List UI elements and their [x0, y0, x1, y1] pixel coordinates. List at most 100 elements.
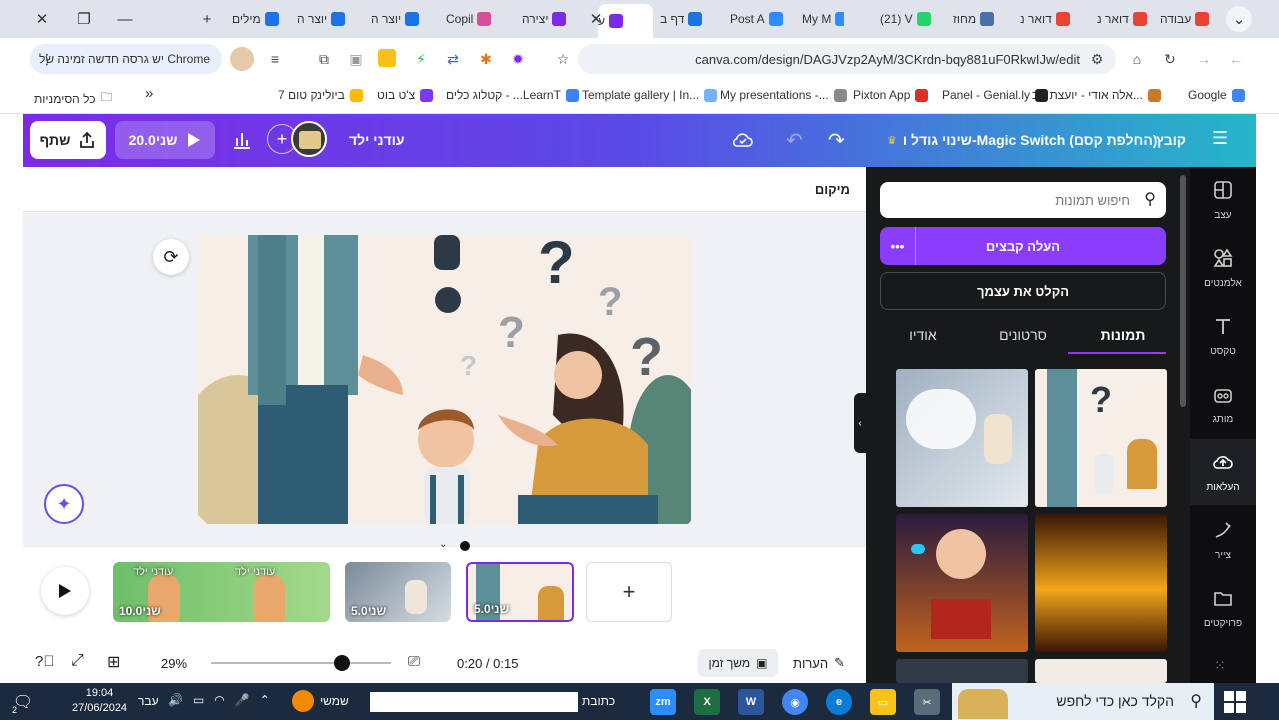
address-toolbar-input[interactable]	[370, 692, 578, 712]
playhead-marker[interactable]	[460, 541, 470, 551]
word-app-icon[interactable]: W	[738, 689, 764, 715]
panel-scrollbar[interactable]	[1180, 175, 1186, 407]
collapse-panel-handle[interactable]: ‹	[854, 393, 866, 453]
home-icon[interactable]: ⌂	[1126, 48, 1148, 70]
browser-tab[interactable]: מחוז	[953, 4, 999, 34]
excel-app-icon[interactable]: X	[694, 689, 720, 715]
rail-item-design[interactable]: עצב	[1190, 167, 1256, 233]
collapse-chevron-icon[interactable]: ⌄	[439, 539, 447, 550]
upload-thumbnail-family[interactable]: ?	[1035, 369, 1167, 507]
extension-star-icon[interactable]: ✱	[475, 48, 497, 70]
bookmark-item[interactable]: My presentations -...	[720, 88, 847, 102]
user-avatar[interactable]	[291, 121, 327, 157]
weather-label[interactable]: שמשי	[320, 694, 349, 708]
taskbar-search-box[interactable]: הקלד כאן כדי לחפש ⚲	[952, 683, 1214, 720]
browser-tab[interactable]: יוצר ה	[297, 4, 352, 34]
upload-thumbnail-gift[interactable]	[896, 514, 1028, 652]
file-explorer-icon[interactable]: ▭	[870, 689, 896, 715]
back-icon[interactable]: ←	[1225, 48, 1247, 70]
help-icon[interactable]: ?⃝	[35, 653, 55, 670]
timeline-clip-1[interactable]: עודני ילד עודני ילד 10.0שני	[113, 562, 330, 622]
rail-item-folder[interactable]: פרויקטים	[1190, 575, 1256, 641]
start-button[interactable]	[1224, 691, 1246, 713]
uploads-tab[interactable]: תמונות	[1080, 327, 1166, 343]
fullscreen-icon[interactable]: ⤢	[71, 652, 84, 670]
share-button[interactable]: שתף	[30, 121, 106, 159]
extension-translate-icon[interactable]: ⇄	[442, 48, 464, 70]
extension-bolt-icon[interactable]: ⚡	[410, 48, 432, 70]
search-input[interactable]: חיפוש תמונות ⚲	[880, 182, 1166, 218]
upload-thumbnail-5[interactable]	[896, 659, 1028, 683]
tray-overflow-icon[interactable]: ⌃	[260, 693, 270, 707]
timeline-clip-3[interactable]: 5.0שני	[464, 560, 576, 624]
insights-chart-icon[interactable]	[223, 121, 261, 159]
more-options-icon[interactable]: •••	[880, 227, 916, 265]
upload-thumbnail-clouds[interactable]	[896, 369, 1028, 507]
bookmarks-overflow-button[interactable]: »	[145, 85, 153, 102]
record-yourself-button[interactable]: הקלט את עצמך	[880, 272, 1166, 310]
minimize-window-icon[interactable]: —	[114, 8, 136, 30]
browser-tab[interactable]: יצירה	[522, 4, 582, 34]
present-button[interactable]: 20.0שני	[115, 121, 215, 159]
microphone-icon[interactable]: 🎤	[235, 693, 250, 707]
close-window-icon[interactable]: ✕	[31, 8, 53, 30]
file-menu[interactable]: קובץ	[1156, 132, 1186, 148]
hamburger-menu-icon[interactable]: ☰	[1212, 128, 1228, 149]
page-fit-icon[interactable]: ⎚	[408, 653, 420, 670]
add-page-button[interactable]: +	[586, 562, 672, 622]
browser-tab[interactable]: דף ב	[660, 4, 712, 34]
position-button[interactable]: מיקום	[815, 182, 850, 197]
upload-files-button[interactable]: העלה קבצים •••	[880, 227, 1166, 265]
bookmark-item[interactable]: קטלוג כלים - ...LearnT	[446, 88, 579, 102]
snipping-tool-icon[interactable]: ✂	[914, 689, 940, 715]
all-bookmarks-button[interactable]: כל הסימניות 🗀	[34, 88, 113, 109]
bookmark-item[interactable]: Pixton App	[853, 88, 929, 102]
design-canvas[interactable]: ? ? ? ? ?	[198, 235, 691, 524]
undo-icon[interactable]: ↶	[786, 128, 812, 154]
wifi-icon[interactable]: ◠	[214, 693, 224, 707]
extensions-icon[interactable]: ⧉	[313, 48, 335, 70]
browser-tab[interactable]: דואר נ	[1097, 4, 1152, 34]
edge-app-icon[interactable]: e	[826, 689, 852, 715]
close-tab-icon[interactable]: ✕	[585, 8, 607, 30]
timeline-clip-2[interactable]: 5.0שני	[345, 562, 451, 622]
profile-avatar-icon[interactable]	[230, 47, 254, 71]
rotate-icon[interactable]: ⟳	[153, 239, 189, 275]
bookmark-item[interactable]: Panel - Genial.ly	[942, 88, 1049, 102]
uploads-tab[interactable]: סרטונים	[980, 327, 1066, 343]
bookmark-item[interactable]: Google	[1188, 88, 1245, 102]
restore-window-icon[interactable]: ❐	[73, 8, 95, 30]
timeline-play-button[interactable]	[41, 567, 89, 615]
tab-search-icon[interactable]: ⌄	[1226, 6, 1252, 32]
omnibox[interactable]: canva.com/design/DAGJVzp2AyM/3CKrdn-bqy8…	[578, 44, 1116, 74]
bookmark-item[interactable]: ביולינק טום 7	[278, 88, 363, 102]
zoom-slider[interactable]	[211, 662, 391, 664]
apps-grid-icon[interactable]: ⁙	[1214, 657, 1226, 674]
rail-item-text[interactable]: טקסט	[1190, 303, 1256, 369]
battery-icon[interactable]: ▭	[193, 693, 204, 707]
uploads-tab[interactable]: אודיו	[880, 327, 966, 343]
media-control-icon[interactable]: ≡	[264, 48, 286, 70]
forward-icon[interactable]: →	[1193, 48, 1215, 70]
browser-tab[interactable]: מילים	[232, 4, 287, 34]
browser-tab[interactable]: (21) V	[880, 4, 938, 34]
rail-item-upload[interactable]: העלאות	[1190, 439, 1256, 505]
chrome-app-icon[interactable]: ◉	[782, 689, 808, 715]
timeline-toggle-button[interactable]: משך זמן ▣	[698, 649, 778, 677]
browser-tab[interactable]: יוצר ה	[371, 4, 431, 34]
extension-chat-icon[interactable]: ▣	[345, 48, 367, 70]
browser-tab[interactable]: עבודה	[1160, 4, 1216, 34]
volume-icon[interactable]: 🔊	[168, 693, 183, 707]
rail-item-brand[interactable]: מותג	[1190, 371, 1256, 437]
browser-tab[interactable]: Post A	[730, 4, 785, 34]
bookmark-star-icon[interactable]: ☆	[552, 48, 574, 70]
clock[interactable]: 19:04 27/06/2024	[72, 686, 127, 716]
browser-tab[interactable]: Copil	[446, 4, 506, 34]
upload-thumbnail-6[interactable]	[1035, 659, 1167, 683]
language-indicator[interactable]: עבר	[138, 694, 159, 708]
extension-gear-icon[interactable]: ✹	[507, 48, 529, 70]
bookmark-item[interactable]: אלה אודי - יועצת טכ...	[1032, 88, 1161, 102]
redo-icon[interactable]: ↷	[828, 128, 854, 154]
chrome-update-button[interactable]: ⋮ יש גרסה חדשה זמינה של Chrome	[30, 44, 222, 74]
rail-item-elements[interactable]: אלמנטים	[1190, 235, 1256, 301]
